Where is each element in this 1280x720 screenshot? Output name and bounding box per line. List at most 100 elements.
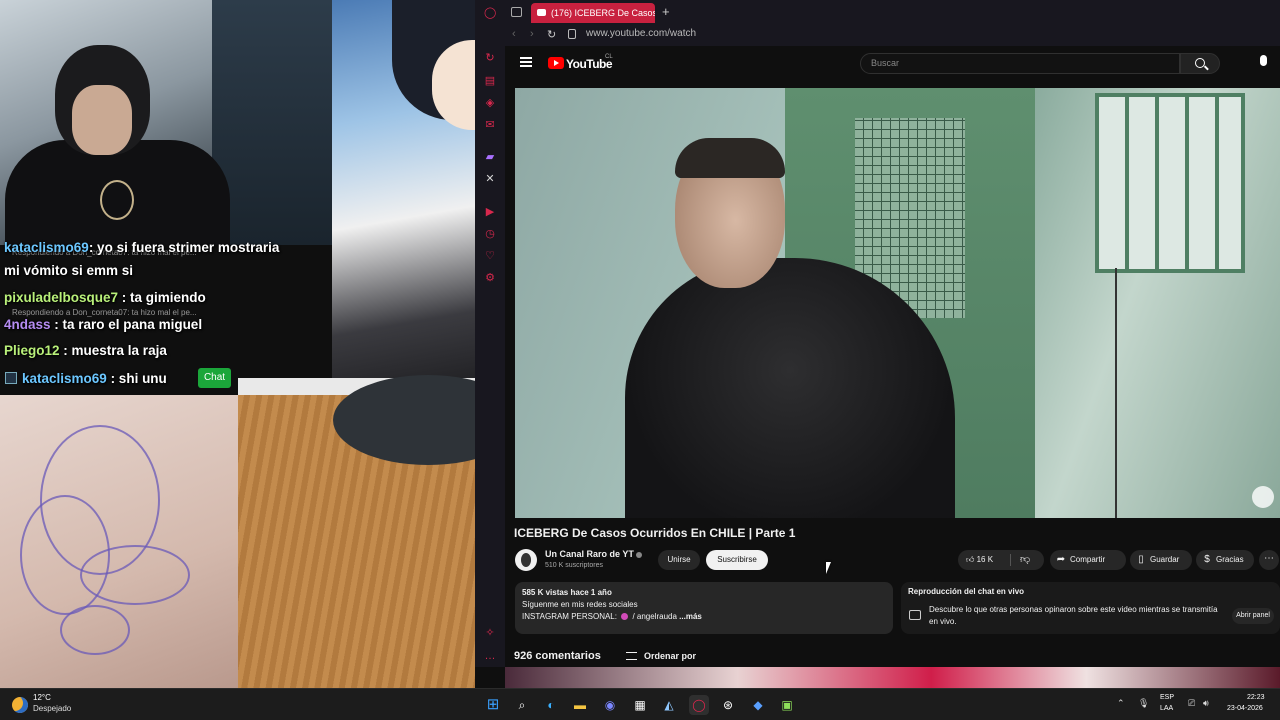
new-tab-button[interactable]: + (662, 4, 670, 19)
description-line: Síguenme en mis redes sociales (522, 600, 638, 609)
android-icon[interactable]: ▣ (777, 695, 797, 715)
video-player[interactable] (515, 88, 1280, 518)
extensions-icon[interactable]: ✧ (484, 627, 496, 639)
sort-by-button[interactable]: Ordenar por (644, 651, 696, 661)
chat-text: mi vómito si emm si (4, 263, 134, 278)
view-stats: 585 K vistas hace 1 año (522, 588, 612, 597)
sort-icon[interactable] (626, 652, 637, 660)
live-chat-description: Descubre lo que otras personas opinaron … (929, 605, 1218, 626)
weather-status[interactable]: Despejado (33, 704, 71, 713)
chat-message: kataclismo69 : shi unu (22, 371, 167, 386)
thumbs-up-icon: 👍︎ (966, 555, 977, 564)
chat-replay-icon (909, 610, 921, 620)
keyboard-layout[interactable]: LAA (1160, 705, 1173, 712)
join-button[interactable]: Unirse (658, 550, 700, 570)
channel-watermark-icon[interactable] (1252, 486, 1274, 508)
start-icon[interactable]: ⊞ (483, 695, 503, 715)
search-button[interactable] (1180, 53, 1220, 74)
app-icon[interactable]: ◆ (748, 695, 768, 715)
more-actions-button[interactable]: ⋯ (1259, 550, 1279, 570)
verified-icon (636, 552, 642, 558)
opera-sidebar: ◯ ↻ ▤ ◈ ✉ ▰ ✕ ▶ ◷ ♡ ⚙ ✧ … (475, 0, 505, 667)
clock-icon[interactable]: ◷ (484, 228, 496, 240)
player-icon[interactable]: ▶ (484, 206, 496, 218)
url-field[interactable]: www.youtube.com/watch (586, 28, 696, 39)
menu-icon[interactable] (520, 57, 532, 67)
dislike-button[interactable]: 👎︎ (1020, 550, 1030, 570)
clock-time[interactable]: 22:23 (1247, 694, 1265, 701)
chat-button[interactable]: Chat (198, 368, 231, 388)
mic-tray-icon[interactable]: 🎙︎ (1138, 698, 1149, 709)
tab-island-icon[interactable] (511, 7, 522, 17)
subscriber-count: 510 K suscriptores (545, 562, 603, 569)
save-button[interactable]: ▯ Guardar (1130, 550, 1192, 570)
like-button[interactable]: 👍︎ 16 K (966, 550, 993, 570)
bookmark-icon: ▯ (1138, 554, 1144, 565)
channel-name[interactable]: Un Canal Raro de YT (545, 549, 634, 559)
tray-overflow-icon[interactable]: ⌃ (1117, 698, 1125, 709)
live-chat-replay-box: Reproducción del chat en vivo Descubre l… (901, 582, 1280, 634)
youtube-favicon-icon (537, 9, 546, 16)
opera-logo-icon[interactable]: ◯ (484, 7, 496, 19)
tab-youtube[interactable]: (176) ICEBERG De Casos C (531, 3, 655, 23)
heart-icon[interactable]: ♡ (484, 250, 496, 262)
thanks-button[interactable]: $ Gracias (1196, 550, 1254, 570)
network-icon[interactable]: ⎚ (1188, 698, 1195, 709)
reload-icon[interactable]: ↻ (547, 28, 556, 41)
back-icon[interactable]: ‹ (512, 28, 516, 40)
description-more-link[interactable]: ...más (679, 612, 702, 621)
twitch-icon[interactable]: ▰ (484, 151, 496, 163)
chat-text: : yo si fuera strimer mostraria (88, 240, 280, 255)
subscribe-button[interactable]: Suscribirse (706, 550, 768, 570)
like-count: 16 K (976, 555, 994, 564)
chat-message: mi vómito si emm si (4, 263, 133, 278)
save-label: Guardar (1150, 555, 1180, 564)
volume-icon[interactable]: 🔊︎ (1203, 698, 1209, 709)
video-title: ICEBERG De Casos Ocurridos En CHILE | Pa… (514, 526, 796, 540)
weather-temp[interactable]: 12°C (33, 693, 51, 702)
weather-icon[interactable] (12, 697, 28, 713)
chat-checkbox[interactable] (5, 372, 17, 384)
search-icon[interactable]: ⌕ (512, 695, 532, 715)
thumbs-down-icon: 👎︎ (1020, 554, 1031, 565)
description-instagram-label: INSTAGRAM PERSONAL: (522, 612, 617, 621)
edge-icon[interactable]: ◐ (541, 695, 561, 715)
history-icon[interactable]: ↻ (484, 52, 496, 64)
chat-message: Pliego12 : muestra la raja (4, 343, 167, 358)
country-code: CL (605, 54, 613, 60)
chat-text: : shi unu (106, 371, 167, 386)
webcam-feed (0, 0, 332, 245)
instagram-handle-link[interactable]: / angelrauda (632, 612, 676, 621)
open-panel-button[interactable]: Abrir panel (1232, 608, 1274, 624)
lock-icon[interactable] (568, 29, 576, 39)
microphone-icon[interactable] (1260, 55, 1267, 66)
forward-icon[interactable]: › (530, 28, 534, 40)
messenger-icon[interactable]: ✉ (484, 119, 496, 131)
share-label: Compartir (1070, 555, 1106, 564)
obs-calculator-icon[interactable]: ▦ (630, 695, 650, 715)
more-icon[interactable]: … (484, 650, 496, 662)
opera-taskbar-icon[interactable]: ◯ (689, 695, 709, 715)
mouse-cursor-icon (826, 562, 831, 574)
stream-chat-overlay: Respondiendo a Don_corneta07: ta hizo ma… (0, 240, 279, 400)
description-box[interactable]: 585 K vistas hace 1 año Síguenme en mis … (515, 582, 893, 634)
shield-icon[interactable]: ◈ (484, 97, 496, 109)
discord-icon[interactable]: ◉ (600, 695, 620, 715)
search-input[interactable]: Buscar (860, 53, 1180, 74)
steam-icon[interactable]: ◭ (659, 695, 679, 715)
channel-avatar[interactable] (515, 549, 537, 571)
clock-date[interactable]: 23-04-2026 (1227, 705, 1263, 712)
share-button[interactable]: ➦ Compartir (1050, 550, 1126, 570)
chat-username: pixuladelbosque7 (4, 290, 119, 305)
language-code[interactable]: ESP (1160, 694, 1174, 701)
description-line: INSTAGRAM PERSONAL: / angelrauda ...más (522, 611, 886, 623)
x-icon[interactable]: ✕ (484, 173, 496, 185)
share-icon: ➦ (1056, 554, 1066, 565)
shopping-icon[interactable]: ▤ (484, 75, 496, 87)
youtube-logo-icon[interactable] (548, 57, 564, 69)
settings-icon[interactable]: ⚙ (484, 272, 496, 284)
file-explorer-icon[interactable]: ▬ (570, 695, 590, 715)
chrome-icon[interactable]: ⊛ (718, 695, 738, 715)
chat-message: 4ndass : ta raro el pana miguel (4, 317, 202, 332)
stream-overlay: Respondiendo a Don_corneta07: ta hizo ma… (0, 0, 475, 688)
